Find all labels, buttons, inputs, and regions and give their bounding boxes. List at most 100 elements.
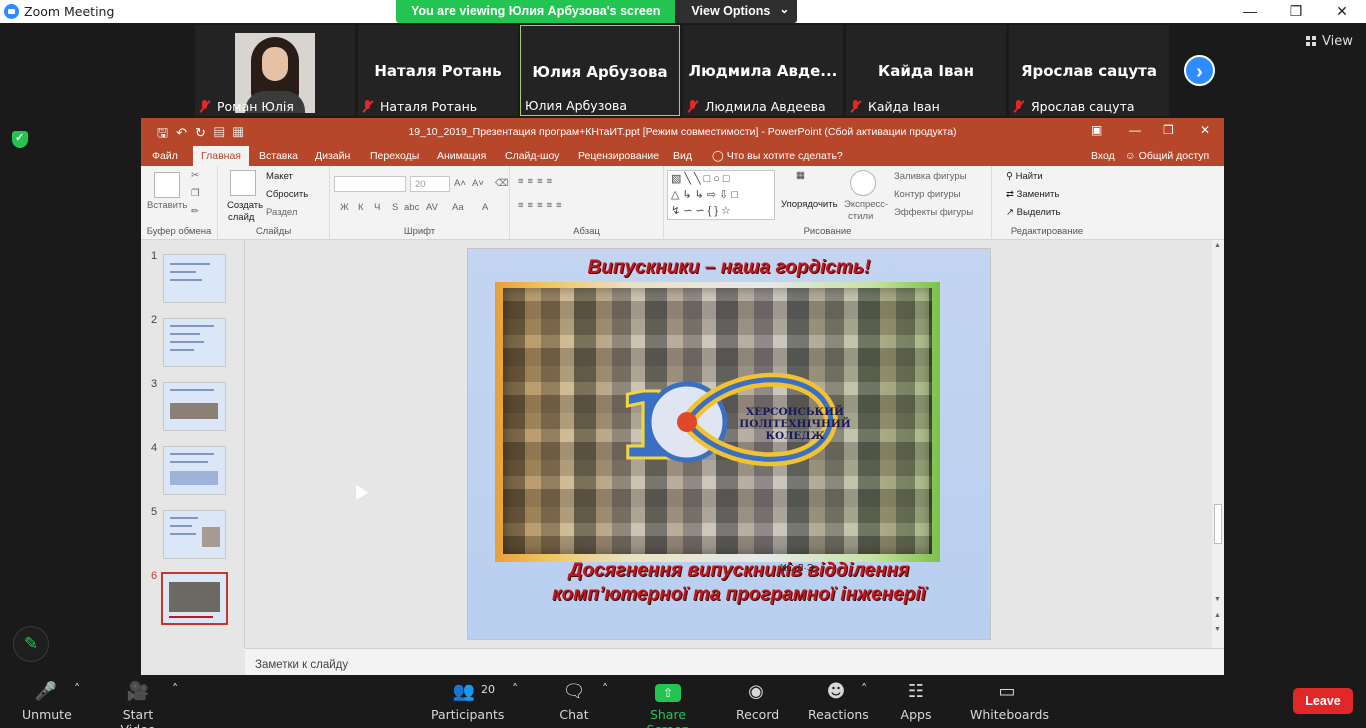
whiteboards-button[interactable]: ▭ Whiteboards [970,681,1049,722]
annotate-pencil-icon[interactable]: ✎ [13,626,49,662]
tab-view[interactable]: Вид [673,150,692,162]
next-slide-icon[interactable]: ▼ [1214,626,1221,633]
graduates-photo-collage[interactable]: 1 ХЕРСОНСЬКИЙ ПОЛІТЕХНІЧНИЙ КОЛЕДЖ [495,282,940,562]
participant-tile[interactable]: Людмила Авде... Людмила Авдеева [683,25,843,116]
align-buttons-icon[interactable]: ≡≡≡≡≡ [518,200,566,211]
font-color-button[interactable]: A [482,202,488,213]
arrange-icon[interactable]: ▦ [796,170,822,196]
sign-in-link[interactable]: Вход [1091,150,1115,162]
share-screen-button[interactable]: ⇧ Share Screen [630,681,706,728]
tab-insert[interactable]: Вставка [259,150,298,162]
font-name-input[interactable] [334,176,406,192]
shape-outline-button[interactable]: Контур фигуры [894,189,960,200]
shape-fill-button[interactable]: Заливка фигуры [894,171,967,182]
scroll-down-icon[interactable]: ▼ [1214,596,1221,603]
next-page-arrow-icon[interactable]: › [1184,55,1215,86]
video-options-chevron-icon[interactable]: ˄ [172,681,178,696]
paste-button[interactable]: Вставить [147,200,187,211]
stray-text-box[interactable]: ХС·Л·Э [780,561,814,577]
unmute-button[interactable]: 🎤 Unmute [22,681,72,722]
shapes-gallery[interactable]: ▧╲╲□○□ △↳↳⇨⇩□ ↯∽∽{}☆ [667,170,775,220]
scrollbar-thumb[interactable] [1214,504,1222,544]
arrange-button[interactable]: Упорядочить [781,199,838,210]
scroll-up-icon[interactable]: ▲ [1214,242,1221,249]
start-video-button[interactable]: 🎥 Start Video [106,681,170,728]
security-shield-icon[interactable] [12,131,28,148]
section-button[interactable]: Раздел [266,207,297,218]
quick-styles-button[interactable]: Экспресс- [844,199,888,210]
participant-tile[interactable]: Ярослав сацута Ярослав сацута [1009,25,1169,116]
audio-options-chevron-icon[interactable]: ˄ [74,681,80,696]
clear-format-icon[interactable]: ⌫ [495,178,508,189]
find-button[interactable]: ⚲ Найти [1006,171,1043,182]
slide[interactable]: Випускники – наша гордість! 1 ХЕРСОНСЬКИ… [467,248,991,640]
slide-thumbnail-selected[interactable] [161,572,228,625]
participant-tile[interactable]: Роман Юлія [195,25,355,116]
leave-button[interactable]: Leave [1293,688,1353,714]
view-options-button[interactable]: View Options ⌄ [675,0,798,23]
paste-icon[interactable] [154,172,180,198]
close-icon[interactable]: ✕ [1319,0,1365,23]
chat-options-chevron-icon[interactable]: ˄ [602,681,608,696]
format-painter-icon[interactable]: ✏ [191,206,199,217]
change-case-button[interactable]: Aa [452,202,464,213]
quick-styles-icon[interactable] [850,170,876,196]
participant-tile[interactable]: Наталя Ротань Наталя Ротань [358,25,518,116]
minimize-icon[interactable]: — [1227,0,1273,23]
quick-styles-button-2[interactable]: стили [848,211,873,222]
notes-pane[interactable]: Заметки к слайду [245,648,1224,675]
select-button[interactable]: ↗ Выделить [1006,207,1060,218]
shape-effects-button[interactable]: Эффекты фигуры [894,207,973,218]
slide-thumbnail[interactable] [163,510,226,559]
tab-file[interactable]: Файл [152,150,178,162]
tab-review[interactable]: Рецензирование [578,150,659,162]
font-size-input[interactable]: 20 [410,176,450,192]
ppt-minimize-icon[interactable]: — [1129,123,1141,137]
copy-icon[interactable]: ❐ [191,188,200,199]
participant-tile[interactable]: Кайда Іван Кайда Іван [846,25,1006,116]
cut-icon[interactable]: ✂ [191,170,199,181]
new-slide-icon[interactable] [230,170,256,196]
list-buttons-icon[interactable]: ≡≡≡≡ [518,176,556,187]
grow-font-icon[interactable]: A˄ [454,178,466,189]
ppt-restore-icon[interactable]: ❐ [1163,123,1174,137]
previous-slide-icon[interactable]: ▲ [1214,612,1221,619]
slide-heading[interactable]: Випускники – наша гордість! [468,257,990,279]
tab-slideshow[interactable]: Слайд-шоу [505,150,559,162]
tab-animations[interactable]: Анимация [437,150,486,162]
slide-thumbnail[interactable] [163,382,226,431]
new-slide-button-2[interactable]: слайд [228,212,254,223]
ppt-close-icon[interactable]: ✕ [1200,123,1210,137]
bold-button[interactable]: Ж [340,202,349,213]
reset-button[interactable]: Сбросить [266,189,308,200]
tab-home[interactable]: Главная [193,146,249,166]
layout-button[interactable]: Макет [266,171,293,182]
slide-thumbnail[interactable] [163,254,226,303]
tab-transitions[interactable]: Переходы [370,150,419,162]
participant-tile-active[interactable]: Юлия Арбузова Юлия Арбузова [520,25,680,116]
reactions-options-chevron-icon[interactable]: ˄ [861,681,867,696]
vertical-scrollbar[interactable]: ▲ ▼ ▲ ▼ [1212,240,1224,648]
record-button[interactable]: ◉ Record [736,681,779,722]
spacing-button[interactable]: AV [426,202,438,213]
italic-button[interactable]: К [358,202,364,213]
slide-thumbnail[interactable] [163,318,226,367]
new-slide-button[interactable]: Создать [227,200,263,211]
slide-subtitle[interactable]: Досягнення випускників відділення комп’ю… [528,559,950,607]
view-button[interactable]: View [1306,34,1353,49]
share-button[interactable]: ☺ Общий доступ [1125,150,1209,162]
shrink-font-icon[interactable]: A˅ [472,178,484,189]
tab-design[interactable]: Дизайн [315,150,350,162]
chat-button[interactable]: 🗨 Chat [556,681,592,722]
participants-options-chevron-icon[interactable]: ˄ [512,681,518,696]
restore-icon[interactable]: ❐ [1273,0,1319,23]
strike-button[interactable]: S [392,202,398,213]
replace-button[interactable]: ⇄ Заменить [1006,189,1059,200]
ribbon-display-icon[interactable]: ▣ [1091,123,1102,137]
slide-thumbnail[interactable] [163,446,226,495]
underline-button[interactable]: Ч [374,202,380,213]
reactions-button[interactable]: ☻ Reactions [808,681,869,722]
shadow-button[interactable]: abc [404,202,419,213]
apps-button[interactable]: ☷ Apps [900,681,932,722]
tell-me-search[interactable]: ◯ Что вы хотите сделать? [712,150,843,162]
